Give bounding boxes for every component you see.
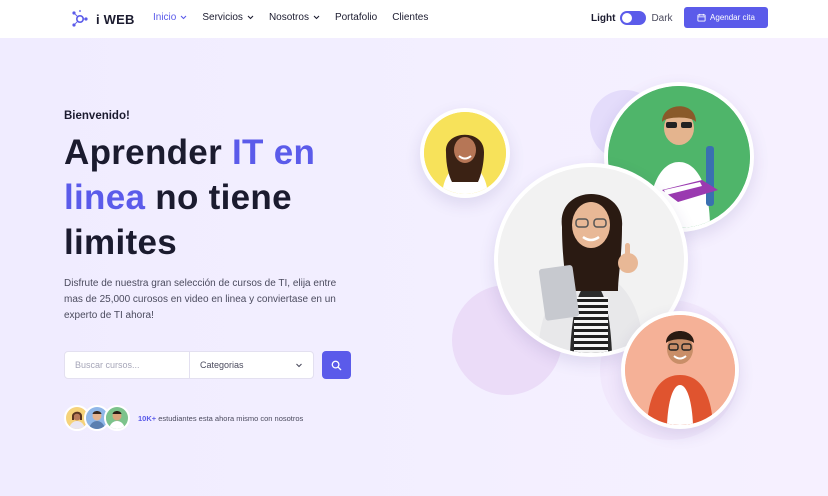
headline-accent: linea [64, 178, 146, 217]
nav-item-label: Portafolio [334, 12, 378, 23]
headline-part: limites [64, 223, 177, 262]
nav-item-portafolio[interactable]: Portafolio [335, 12, 377, 23]
chevron-down-icon [313, 15, 320, 20]
calendar-icon [697, 13, 706, 22]
brand-name: i WEB [96, 11, 135, 27]
nav-item-label: Servicios [202, 12, 243, 23]
nav-item-inicio[interactable]: Inicio [153, 12, 187, 23]
students-caption: estudiantes esta ahora mismo con nosotro… [156, 413, 304, 423]
nav-item-label: Inicio [153, 12, 177, 23]
chevron-down-icon [247, 15, 254, 20]
agendar-cita-button[interactable]: Agendar cita [684, 7, 768, 28]
students-indicator: 10K+ estudiantes esta ahora mismo con no… [64, 405, 303, 431]
students-count: 10K+ [138, 413, 157, 423]
brand-logo[interactable]: i WEB [70, 9, 135, 29]
theme-light-label[interactable]: Light [591, 13, 615, 24]
headline-accent: IT en [232, 133, 316, 172]
nav-item-clientes[interactable]: Clientes [392, 12, 428, 23]
theme-switch-knob [622, 13, 633, 23]
nav-item-label: Clientes [392, 12, 429, 23]
search-icon [331, 360, 342, 370]
category-select-value: Categorias [200, 360, 244, 370]
theme-switch[interactable] [620, 11, 647, 25]
students-text: 10K+ estudiantes esta ahora mismo con no… [138, 414, 303, 423]
hero-description: Disfrute de nuestra gran selección de cu… [64, 278, 337, 321]
network-logo-icon [72, 9, 88, 27]
student-photo-orange [621, 311, 739, 429]
hero-headline: Aprender IT en linea no tiene limites [64, 130, 394, 265]
chevron-down-icon [180, 15, 187, 20]
theme-toggle: Light Dark [591, 11, 673, 25]
headline-part: Aprender [64, 133, 233, 172]
course-search-form: Categorias [64, 351, 314, 379]
headline-part: no tiene [145, 178, 292, 217]
avatar [104, 405, 130, 431]
nav-item-servicios[interactable]: Servicios [202, 12, 254, 23]
main-nav: Inicio Servicios Nosotros Portafolio Cli… [153, 12, 428, 23]
search-input[interactable] [65, 352, 189, 378]
chevron-down-icon [296, 363, 302, 367]
theme-dark-label[interactable]: Dark [651, 13, 672, 24]
welcome-text: Bienvenido! [64, 110, 130, 122]
cta-label: Agendar cita [710, 13, 755, 22]
category-select[interactable]: Categorias [190, 352, 313, 378]
search-button[interactable] [322, 351, 351, 379]
nav-item-nosotros[interactable]: Nosotros [269, 12, 320, 23]
navbar: i WEB Inicio Servicios Nosotros Portafol… [0, 0, 828, 38]
nav-item-label: Nosotros [268, 12, 309, 23]
student-photo-yellow [420, 108, 510, 198]
